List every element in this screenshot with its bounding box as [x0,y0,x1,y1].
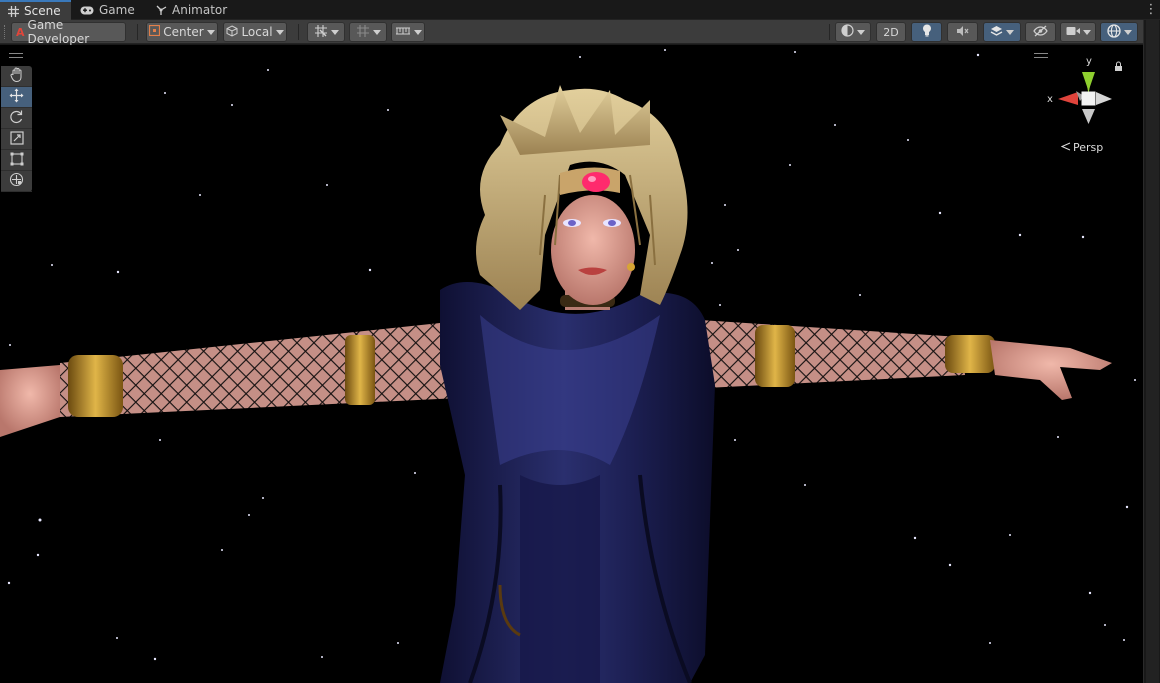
chevron-down-icon [330,29,339,35]
scene-toolbar: A Game Developer Center Local 2D [0,18,1143,46]
gizmo-y-label: y [1086,56,1092,67]
layers-icon [990,25,1003,40]
right-panel-edge [1143,20,1160,683]
tab-animator[interactable]: Animator [148,0,234,20]
view-tool-button[interactable] [1,66,32,87]
transform-combo-icon [9,172,24,190]
headband [560,167,620,195]
cube-icon [226,24,238,40]
chevron-down-icon [372,29,381,35]
grid-icon [8,5,19,17]
tab-game[interactable]: Game [72,0,144,20]
tab-scene[interactable]: Scene [0,0,71,20]
gizmo-globe-icon [1106,23,1121,41]
hand-icon [10,67,24,85]
camera-icon [1066,25,1080,39]
pivot-label: Center [163,25,204,39]
draw-mode-dropdown[interactable] [835,22,871,42]
tab-game-label: Game [99,3,135,17]
tab-animator-label: Animator [172,3,228,17]
pivot-icon [149,24,161,39]
chevron-down-icon [413,29,422,35]
gamepad-icon [80,6,94,15]
animator-icon [156,5,167,16]
grid-snap-button[interactable] [307,22,345,42]
scene-viewport[interactable]: y x Persp [0,45,1143,683]
projection-toggle[interactable]: Persp [1060,141,1104,154]
gizmo-center-cube [1081,91,1096,106]
incremental-snap-button[interactable] [349,22,387,42]
rect-tool-button[interactable] [1,150,32,171]
move-arrows-icon [9,88,24,106]
effects-toggle-button[interactable] [983,22,1021,42]
editor-tab-bar: Scene Game Animator ⋮ [0,0,1160,20]
shaded-sphere-icon [841,24,854,40]
transform-tools-panel [1,66,32,192]
left-arm [0,323,480,437]
rotate-icon [9,109,24,127]
layout-dropdown[interactable]: A Game Developer [11,18,126,46]
chevron-down-icon [275,29,284,35]
speaker-muted-icon [956,25,969,40]
tools-overlay-grip[interactable] [9,53,23,58]
rotate-tool-button[interactable] [1,108,32,129]
scene-render [0,49,1136,683]
rect-transform-icon [10,152,24,169]
chevron-down-icon [857,29,865,35]
pivot-center-dropdown[interactable]: Center [146,22,218,42]
chevron-down-icon [1006,29,1014,35]
gizmo-y-arrow [1082,72,1095,91]
snap-increment-icon [356,24,370,41]
layout-label: Game Developer [27,18,90,46]
scene-visibility-button[interactable] [1025,22,1056,42]
chevron-down-icon [206,29,215,35]
eye-hidden-icon [1033,25,1048,40]
right-arm [700,320,1112,400]
scene-camera-dropdown[interactable] [1060,22,1096,42]
transform-tool-button[interactable] [1,171,32,192]
scale-icon [9,130,24,148]
cloak [440,282,715,683]
tab-options-menu-icon[interactable]: ⋮ [1144,2,1158,18]
tab-scene-label: Scene [24,4,61,18]
gizmo-x-label: x [1047,94,1053,105]
lightbulb-icon [922,24,932,40]
move-tool-button[interactable] [1,87,32,108]
mode-2d-label: 2D [883,25,899,39]
lighting-toggle-button[interactable] [911,22,942,42]
toolbar-grip[interactable] [4,25,6,39]
gizmos-dropdown[interactable] [1100,22,1138,42]
space-local-dropdown[interactable]: Local [223,22,287,42]
projection-label: Persp [1073,141,1104,154]
scale-tool-button[interactable] [1,129,32,150]
gizmo-x-arrow [1058,92,1078,105]
lock-icon[interactable] [1115,61,1122,71]
chevron-down-icon [1082,29,1091,35]
ruler-snap-button[interactable] [391,22,425,42]
toggle-2d-button[interactable]: 2D [876,22,906,42]
audio-toggle-button[interactable] [947,22,978,42]
chevron-down-icon [1123,29,1132,35]
ruler-icon [395,25,411,40]
space-label: Local [241,25,273,39]
game-developer-logo-icon: A [16,25,25,39]
grid-snap-icon [314,24,328,41]
perspective-icon [1060,141,1071,154]
